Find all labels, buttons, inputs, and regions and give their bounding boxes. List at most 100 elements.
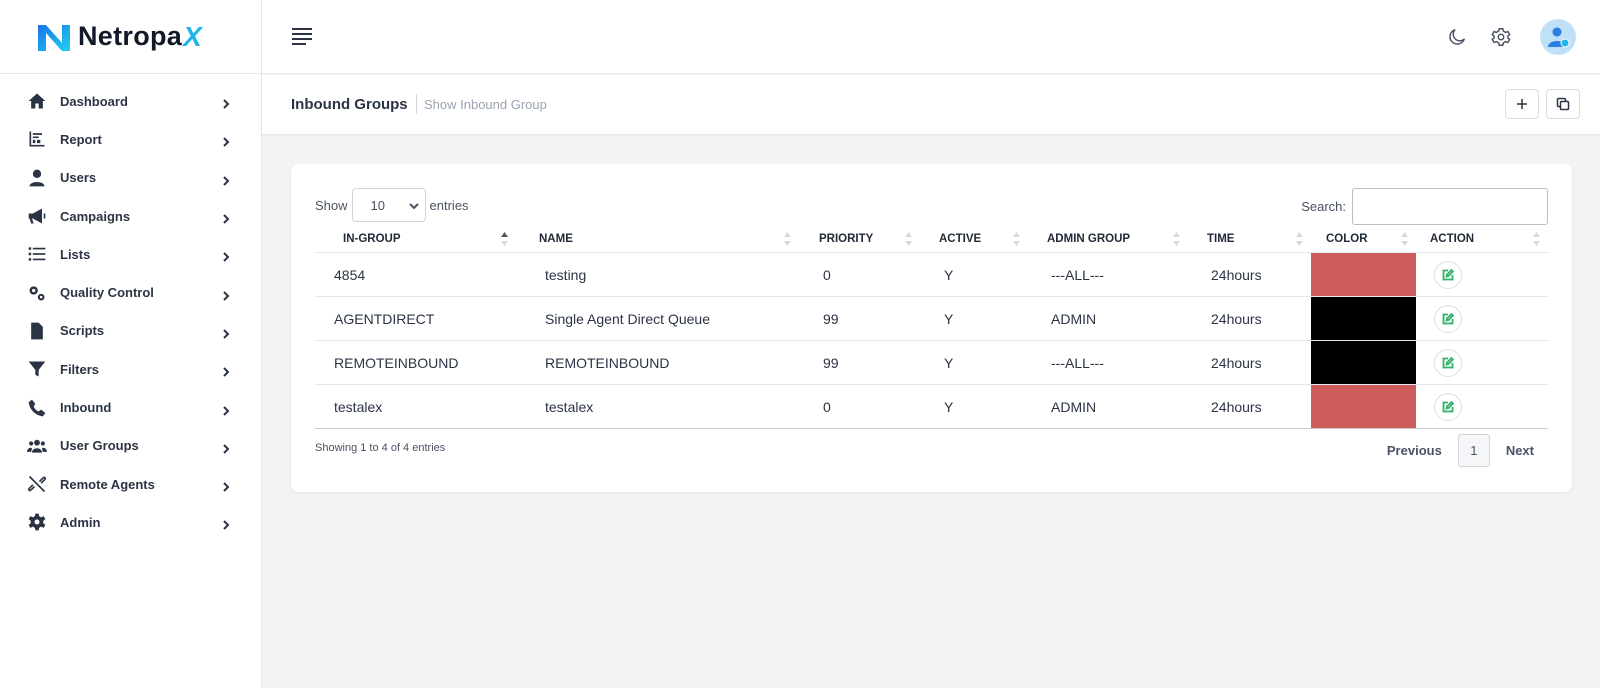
page-1-button[interactable]: 1 <box>1457 434 1490 467</box>
logo[interactable]: Netropa X <box>0 0 261 74</box>
entries-select[interactable]: 10 <box>351 188 426 222</box>
table-row[interactable]: 4854 testing 0 Y ---ALL--- 24hours <box>315 252 1548 297</box>
phone-icon <box>26 397 48 419</box>
column-header-color[interactable]: COLOR <box>1311 228 1416 253</box>
edit-button[interactable] <box>1434 304 1462 333</box>
name-cell: testing <box>545 266 587 283</box>
column-header-active[interactable]: ACTIVE <box>920 228 1028 253</box>
time-cell: 24hours <box>1211 354 1262 371</box>
moon-icon[interactable] <box>1446 26 1468 48</box>
sidebar-item-filters[interactable]: Filters <box>0 350 261 388</box>
sort-icon <box>905 232 912 246</box>
sort-icon <box>1173 232 1180 246</box>
sidebar-item-remote-agents[interactable]: Remote Agents <box>0 465 261 503</box>
admin-group-cell: ADMIN <box>1051 310 1097 327</box>
table-header-row: IN-GROUP NAME PRIORITY ACTIVE ADMIN GROU… <box>315 228 1548 253</box>
sidebar-item-label: Remote Agents <box>60 476 155 492</box>
user-icon <box>26 167 48 189</box>
next-button[interactable]: Next <box>1506 443 1534 458</box>
name-cell: Single Agent Direct Queue <box>545 310 710 327</box>
chevron-right-icon <box>221 364 231 377</box>
column-header-time[interactable]: TIME <box>1188 228 1311 253</box>
in-group-cell: REMOTEINBOUND <box>334 354 459 371</box>
sort-icon <box>784 232 791 246</box>
sort-icon <box>1533 232 1540 246</box>
color-swatch <box>1311 384 1416 428</box>
sidebar-item-report[interactable]: Report <box>0 120 261 158</box>
search-input[interactable] <box>1352 188 1548 225</box>
in-group-cell: AGENTDIRECT <box>334 310 435 327</box>
column-header-action[interactable]: ACTION <box>1416 228 1548 253</box>
edit-icon <box>1442 312 1454 324</box>
admin-group-cell: ---ALL--- <box>1051 354 1104 371</box>
sidebar-item-campaigns[interactable]: Campaigns <box>0 197 261 235</box>
entries-value: 10 <box>370 197 385 213</box>
column-header-in-group[interactable]: IN-GROUP <box>315 228 516 253</box>
previous-button[interactable]: Previous <box>1387 443 1442 458</box>
file-icon <box>26 320 48 342</box>
column-header-admin-group[interactable]: ADMIN GROUP <box>1028 228 1188 253</box>
chevron-right-icon <box>221 249 231 263</box>
chevron-right-icon <box>221 96 231 109</box>
entries-control: Show 10 entries <box>315 188 469 222</box>
sidebar-item-users[interactable]: Users <box>0 159 261 197</box>
chevron-down-icon <box>408 203 419 210</box>
sidebar-item-label: Lists <box>60 246 91 262</box>
name-cell: testalex <box>545 398 594 415</box>
active-cell: Y <box>944 310 954 327</box>
sort-icon <box>1013 232 1020 246</box>
search-control: Search: <box>1301 188 1548 225</box>
active-cell: Y <box>944 266 954 283</box>
sort-icon <box>1296 232 1303 246</box>
chevron-right-icon <box>221 517 231 531</box>
home-icon <box>26 90 48 112</box>
sidebar-item-label: Users <box>60 170 97 186</box>
time-cell: 24hours <box>1211 398 1262 415</box>
edit-button[interactable] <box>1434 392 1462 421</box>
sidebar-item-quality-control[interactable]: Quality Control <box>0 273 261 311</box>
settings-icon[interactable] <box>1490 26 1512 48</box>
page-title: Inbound Groups <box>291 96 408 113</box>
inbound-groups-card: Show 10 entries Search: IN-GROUP NAME PR… <box>291 164 1572 492</box>
chevron-right-icon <box>221 326 231 339</box>
sidebar-item-admin[interactable]: Admin <box>0 503 261 541</box>
menu-toggle-icon[interactable] <box>292 28 312 46</box>
table-row[interactable]: testalex testalex 0 Y ADMIN 24hours <box>315 384 1548 429</box>
brand-name: Netropa <box>78 21 183 51</box>
edit-button[interactable] <box>1434 260 1462 289</box>
column-header-name[interactable]: NAME <box>516 228 799 253</box>
name-cell: REMOTEINBOUND <box>545 354 670 371</box>
header-divider <box>416 94 417 114</box>
page-header: Inbound Groups Show Inbound Group <box>262 75 1600 135</box>
entries-label: entries <box>429 197 469 213</box>
chart-icon <box>26 128 48 150</box>
color-swatch <box>1311 296 1416 340</box>
edit-button[interactable] <box>1434 348 1462 377</box>
table-row[interactable]: AGENTDIRECT Single Agent Direct Queue 99… <box>315 296 1548 341</box>
chevron-right-icon <box>221 441 231 454</box>
search-label: Search: <box>1301 199 1346 214</box>
sidebar-item-user-groups[interactable]: User Groups <box>0 427 261 465</box>
time-cell: 24hours <box>1211 266 1262 283</box>
gears-icon <box>26 282 48 304</box>
inbound-groups-table: IN-GROUP NAME PRIORITY ACTIVE ADMIN GROU… <box>315 228 1548 429</box>
active-cell: Y <box>944 354 954 371</box>
add-button[interactable] <box>1505 89 1539 119</box>
column-header-priority[interactable]: PRIORITY <box>799 228 920 253</box>
sidebar-item-label: Admin <box>60 514 101 530</box>
sidebar-item-dashboard[interactable]: Dashboard <box>0 82 261 120</box>
sidebar-item-label: Inbound <box>60 400 112 416</box>
sidebar-item-label: Scripts <box>60 323 105 339</box>
filter-icon <box>26 358 48 380</box>
sidebar-item-inbound[interactable]: Inbound <box>0 388 261 426</box>
table-row[interactable]: REMOTEINBOUND REMOTEINBOUND 99 Y ---ALL-… <box>315 340 1548 385</box>
time-cell: 24hours <box>1211 310 1262 327</box>
topbar <box>262 0 1600 74</box>
sidebar-item-label: Campaigns <box>60 208 131 224</box>
chevron-right-icon <box>221 134 231 148</box>
avatar[interactable] <box>1540 19 1576 55</box>
sidebar-item-lists[interactable]: Lists <box>0 235 261 273</box>
sidebar-item-scripts[interactable]: Scripts <box>0 312 261 350</box>
sidebar-item-label: Filters <box>60 361 100 377</box>
copy-button[interactable] <box>1546 89 1580 119</box>
